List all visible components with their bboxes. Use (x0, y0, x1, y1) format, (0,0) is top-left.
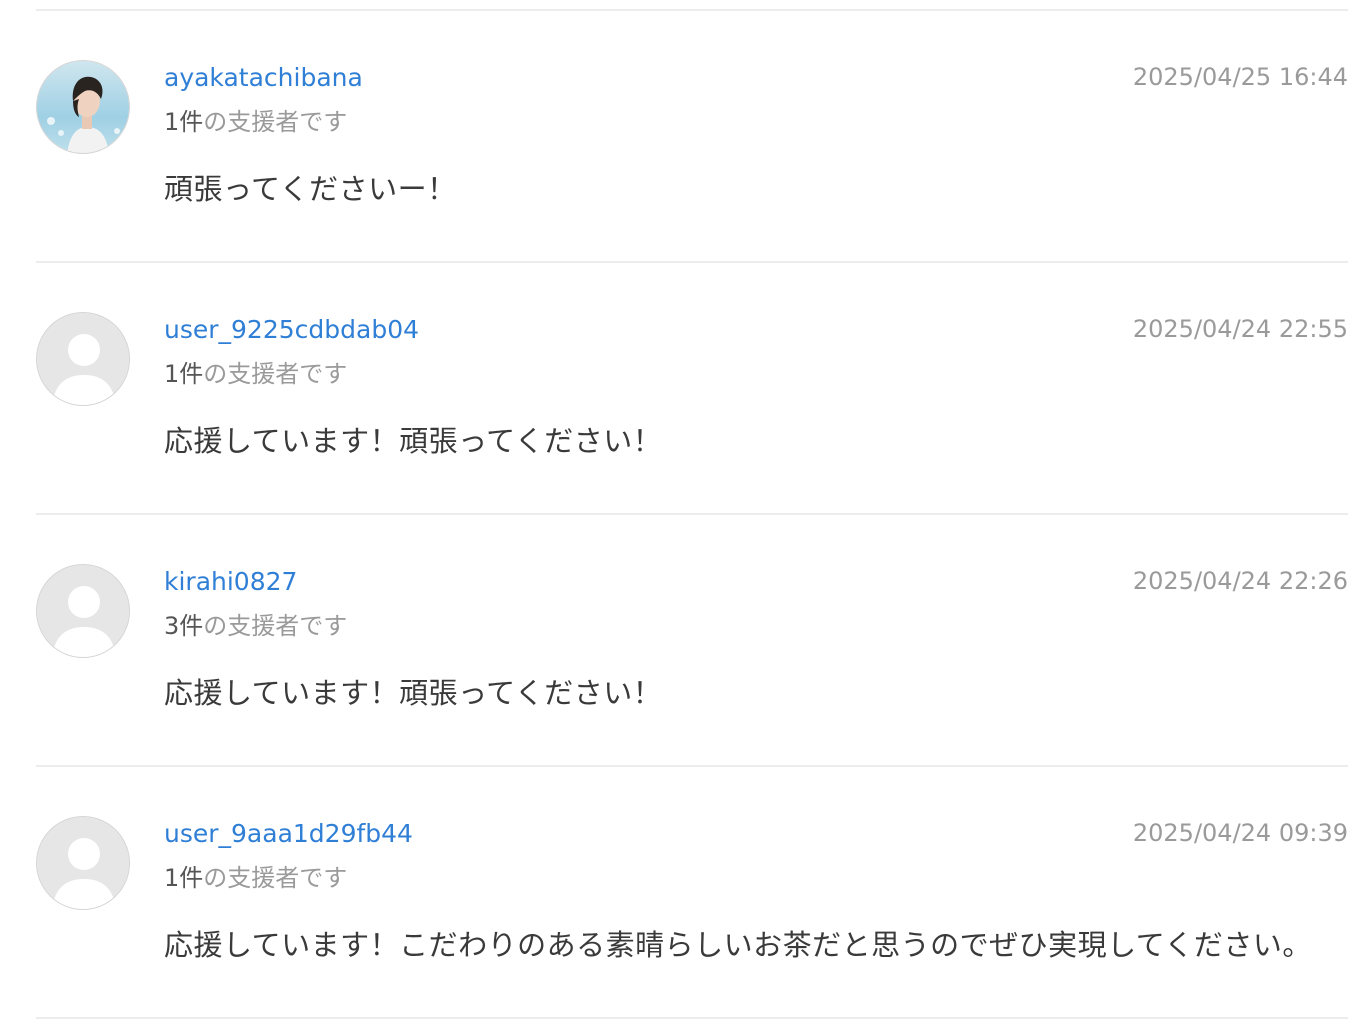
comment-timestamp: 2025/04/24 22:55 (1132, 315, 1348, 343)
support-count-label: 1件の支援者です (164, 862, 347, 894)
support-count-label: 1件の支援者です (164, 358, 347, 390)
avatar[interactable] (36, 564, 130, 658)
avatar[interactable] (36, 816, 130, 910)
default-user-icon (37, 565, 129, 657)
support-count: 1件 (164, 108, 204, 136)
comment-text: 応援しています！頑張ってください！ (164, 676, 663, 710)
list-item: ayakatachibana 1件の支援者です 2025/04/25 16:44… (36, 11, 1348, 261)
support-suffix: の支援者です (203, 864, 348, 892)
support-suffix: の支援者です (203, 612, 348, 640)
support-count: 1件 (164, 864, 204, 892)
support-count: 1件 (164, 360, 204, 388)
default-user-icon (37, 313, 129, 405)
list-item: user_9225cdbdab04 1件の支援者です 2025/04/24 22… (36, 263, 1348, 513)
comment-text: 応援しています！こだわりのある素晴らしいお茶だと思うのでぜひ実現してください。 (164, 928, 1312, 962)
comment-text: 頑張ってくださいー！ (164, 172, 457, 206)
user-photo-icon (37, 61, 129, 153)
support-count-label: 3件の支援者です (164, 610, 347, 642)
list-item: kirahi0827 3件の支援者です 2025/04/24 22:26 応援し… (36, 515, 1348, 765)
supporter-username-link[interactable]: ayakatachibana (164, 61, 363, 95)
support-suffix: の支援者です (203, 108, 348, 136)
supporter-username-link[interactable]: user_9aaa1d29fb44 (164, 817, 413, 851)
list-item: user_9aaa1d29fb44 1件の支援者です 2025/04/24 09… (36, 767, 1348, 1017)
avatar[interactable] (36, 312, 130, 406)
comment-timestamp: 2025/04/25 16:44 (1132, 63, 1348, 91)
default-user-icon (37, 817, 129, 909)
divider (36, 1017, 1348, 1019)
comment-timestamp: 2025/04/24 22:26 (1132, 567, 1348, 595)
support-count: 3件 (164, 612, 204, 640)
supporter-username-link[interactable]: user_9225cdbdab04 (164, 313, 419, 347)
supporter-comment-list: ayakatachibana 1件の支援者です 2025/04/25 16:44… (36, 0, 1348, 1019)
comment-text: 応援しています！頑張ってください！ (164, 424, 663, 458)
avatar[interactable] (36, 60, 130, 154)
support-count-label: 1件の支援者です (164, 106, 347, 138)
support-suffix: の支援者です (203, 360, 348, 388)
supporter-username-link[interactable]: kirahi0827 (164, 565, 297, 599)
comment-timestamp: 2025/04/24 09:39 (1132, 819, 1348, 847)
